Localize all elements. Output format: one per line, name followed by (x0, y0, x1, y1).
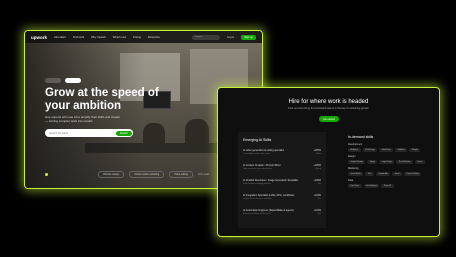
skill-desc: Write prompts for generative AI tools (243, 167, 273, 170)
skill-chip[interactable]: Google Ads (376, 172, 391, 176)
skill-chip[interactable]: Canva (414, 160, 425, 164)
skill-chip[interactable]: WordPress (379, 148, 394, 152)
popular-searches: Website design Social media marketing Vi… (45, 171, 209, 178)
section-subtitle: Find out why hiring for AI-forward teams… (288, 107, 369, 110)
toggle-option-active[interactable] (65, 78, 81, 83)
category-label: Data (348, 179, 354, 182)
skill-chip[interactable]: Graphic Design (348, 160, 366, 164)
skill-chip[interactable]: SEO (365, 172, 375, 176)
in-demand-skills: In-demand skills Development AI Agents W… (348, 135, 428, 188)
skill-chips: Data Entry Data Analysis Power BI (348, 184, 428, 188)
panel-title: Emerging AI Skills (243, 138, 272, 142)
skill-category: Writing (315, 167, 321, 170)
popular-text: Tech tasks (197, 173, 210, 176)
skill-row[interactable]: AI Automation Engineer (Zapier/Make & ag… (243, 209, 321, 219)
skill-desc: Create AI-generated video content (243, 152, 271, 155)
hero-subtext: Hire experts who use AI to amplify their… (45, 115, 120, 123)
hero-headline: Grow at the speed of your ambition (45, 87, 159, 112)
popular-chip[interactable]: Social media marketing (129, 171, 165, 178)
category-label: Development (348, 143, 363, 146)
hero-search-input[interactable]: Search for talent (49, 132, 116, 135)
in-demand-title: In-demand skills (348, 135, 374, 139)
skill-row[interactable]: AI Integration Specialist (LLMs, APIs, w… (243, 194, 321, 204)
skill-chip[interactable]: Logo Design (379, 160, 395, 164)
toggle-option[interactable] (45, 78, 61, 83)
audience-toggle (45, 78, 81, 83)
login-link[interactable]: Log in (227, 36, 234, 39)
nav-item-find-work[interactable]: Find work (73, 36, 84, 39)
ai-skills-card: Hire for where work is headed Find out w… (217, 87, 440, 237)
section-title: Hire for where work is headed (288, 99, 369, 105)
popular-chip[interactable]: Website design (98, 171, 125, 178)
category-label: Marketing (348, 167, 359, 170)
skill-row[interactable]: AI Content Creation / Prompt Writer +105… (243, 164, 321, 174)
emerging-skills-panel: Emerging AI Skills AI video generation &… (238, 132, 326, 228)
skill-chip[interactable]: Shopify (409, 148, 421, 152)
skill-chip[interactable]: Power BI (381, 184, 394, 188)
skill-chip[interactable]: Web Design (362, 148, 378, 152)
skill-chip[interactable]: Data Analysis (363, 184, 380, 188)
skill-chip[interactable]: Data Entry (348, 184, 362, 188)
skill-category: Dev (317, 182, 321, 185)
nav-item-hire-talent[interactable]: Hire talent (54, 36, 66, 39)
nav-item-why-upwork[interactable]: Why Upwork (91, 36, 106, 39)
skill-chips: Graphic Design Figma Logo Design Brand I… (348, 160, 428, 164)
skill-chip[interactable]: Webflow (395, 148, 408, 152)
top-nav: upwork Hire talent Find work Why Upwork … (25, 31, 262, 43)
skill-chip[interactable]: AI Agents (348, 148, 361, 152)
nav-item-enterprise[interactable]: Enterprise (148, 36, 160, 39)
signup-button[interactable]: Sign up (241, 34, 256, 40)
upwork-logo[interactable]: upwork (31, 35, 47, 40)
skill-row[interactable]: AI Chatbot Developer / Image Generation … (243, 179, 321, 189)
skill-chip[interactable]: Email (392, 172, 402, 176)
skill-category: Dev (317, 197, 321, 200)
get-started-button[interactable]: Get started (319, 116, 339, 122)
skill-category: Video (316, 152, 321, 155)
skill-desc: Automate workflows with AI agents (243, 212, 271, 215)
skill-chip[interactable]: Figma (367, 160, 378, 164)
progress-dot (45, 173, 48, 176)
hero-search-button[interactable]: Search (115, 130, 132, 136)
skill-chip[interactable]: Brand Identity (396, 160, 413, 164)
skill-desc: Build chatbots and image pipelines (243, 182, 271, 185)
skill-chip[interactable]: Social Media (348, 172, 364, 176)
category-label: Design (348, 155, 356, 158)
skill-category: Ops (317, 212, 321, 215)
nav-item-pricing[interactable]: Pricing (133, 36, 141, 39)
skill-desc: Integrate AI into business workflows (243, 197, 272, 200)
hero-search-bar[interactable]: Search for talent Search (45, 129, 133, 137)
nav-item-whats-new[interactable]: What's new (113, 36, 126, 39)
skill-chips: Social Media SEO Google Ads Email Conten… (348, 172, 428, 176)
skill-chip[interactable]: Content Writing (403, 172, 422, 176)
popular-chip[interactable]: Video editing (169, 171, 193, 178)
nav-search-input[interactable]: Search (192, 34, 221, 40)
skill-row[interactable]: AI video generation & editing specialist… (243, 149, 321, 159)
skill-chips: AI Agents Web Design WordPress Webflow S… (348, 148, 428, 152)
